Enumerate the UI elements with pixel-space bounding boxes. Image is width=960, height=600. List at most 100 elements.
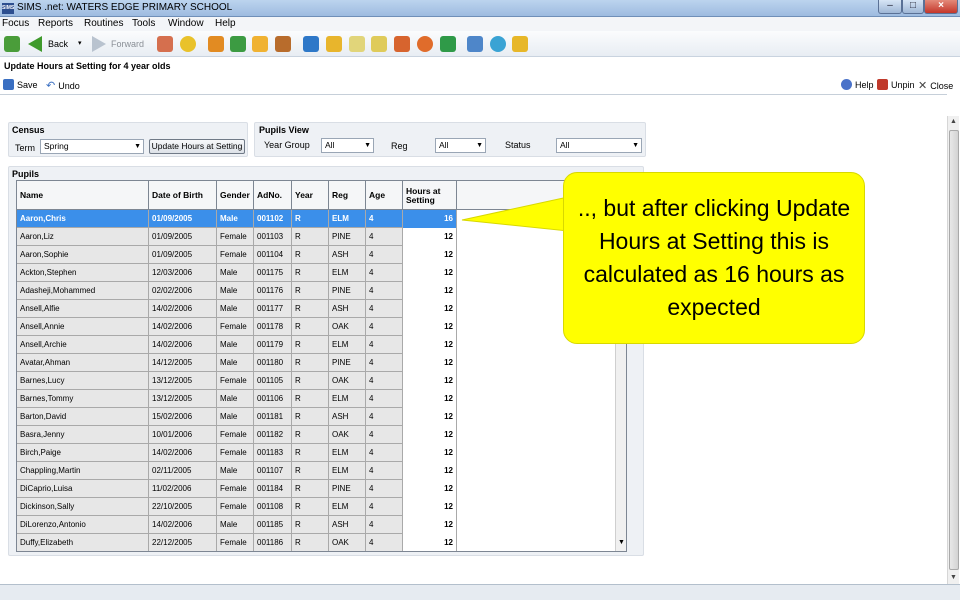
status-select[interactable]: All ▼ (556, 138, 642, 153)
close-button[interactable]: ✕ Close (918, 79, 953, 92)
pupils-icon[interactable] (157, 36, 173, 52)
col-dob[interactable]: Date of Birth (149, 181, 217, 210)
cell-hours[interactable]: 12 (403, 408, 457, 426)
col-year[interactable]: Year (292, 181, 329, 210)
cell-hours[interactable]: 12 (403, 246, 457, 264)
scroll-down-icon[interactable]: ▼ (950, 574, 957, 581)
book-icon[interactable] (208, 36, 224, 52)
table-row[interactable]: Birch,Paige 14/02/2006 Female 001183 R ELM 4 12 (17, 444, 457, 462)
menu-tools[interactable]: Tools (132, 18, 155, 29)
unpin-button[interactable]: Unpin (877, 79, 915, 90)
cell-hours[interactable]: 12 (403, 354, 457, 372)
cell-age: 4 (366, 246, 403, 264)
scrollbar-thumb[interactable] (949, 130, 959, 570)
table-row[interactable]: Avatar,Ahman 14/12/2005 Male 001180 R PINE 4 12 (17, 354, 457, 372)
bulb-icon[interactable] (180, 36, 196, 52)
cell-hours[interactable]: 12 (403, 390, 457, 408)
col-reg[interactable]: Reg (329, 181, 366, 210)
cell-hours[interactable]: 12 (403, 372, 457, 390)
table-row[interactable]: Aaron,Chris 01/09/2005 Male 001102 R ELM 4 16 (17, 210, 457, 228)
page-scrollbar[interactable]: ▲ ▼ (947, 116, 959, 584)
cell-hours[interactable]: 16 (403, 210, 457, 228)
cell-year: R (292, 408, 329, 426)
maximize-button[interactable]: □ (902, 0, 924, 14)
cell-hours[interactable]: 12 (403, 516, 457, 534)
refresh-icon[interactable] (440, 36, 456, 52)
cell-hours[interactable]: 12 (403, 300, 457, 318)
globe-icon[interactable] (490, 36, 506, 52)
table-row[interactable]: Aaron,Sophie 01/09/2005 Female 001104 R ASH 4 1… (17, 246, 457, 264)
person-icon[interactable] (275, 36, 291, 52)
col-hours[interactable]: Hours at Setting (403, 181, 457, 210)
cell-hours[interactable]: 12 (403, 228, 457, 246)
table-row[interactable]: Ansell,Annie 14/02/2006 Female 001178 R OAK 4 1… (17, 318, 457, 336)
cell-year: R (292, 498, 329, 516)
cell-hours[interactable]: 12 (403, 462, 457, 480)
document-icon[interactable] (349, 36, 365, 52)
cell-gender: Male (217, 408, 254, 426)
year-group-select[interactable]: All ▼ (321, 138, 374, 153)
table-row[interactable]: Duffy,Elizabeth 22/12/2005 Female 001186 R OA… (17, 534, 457, 551)
table-row[interactable]: Dickinson,Sally 22/10/2005 Female 001108 R EL… (17, 498, 457, 516)
menu-focus[interactable]: Focus (2, 18, 29, 29)
flag-icon[interactable] (230, 36, 246, 52)
menu-reports[interactable]: Reports (38, 18, 73, 29)
undo-button[interactable]: ↶ Undo (46, 79, 80, 92)
table-row[interactable]: DiCaprio,Luisa 11/02/2006 Female 001184 R PIN… (17, 480, 457, 498)
close-window-button[interactable]: × (924, 0, 958, 14)
table-row[interactable]: DiLorenzo,Antonio 14/02/2006 Male 001185 R AS… (17, 516, 457, 534)
cell-gender: Female (217, 372, 254, 390)
cell-hours[interactable]: 12 (403, 264, 457, 282)
folder-icon[interactable] (326, 36, 342, 52)
table-row[interactable]: Barnes,Lucy 13/12/2005 Female 001105 R OAK 4 12 (17, 372, 457, 390)
menu-help[interactable]: Help (215, 18, 236, 29)
cell-hours[interactable]: 12 (403, 426, 457, 444)
home-icon[interactable] (4, 36, 20, 52)
scroll-down-icon[interactable]: ▼ (618, 539, 625, 546)
back-arrow-icon[interactable] (28, 36, 42, 52)
menu-window[interactable]: Window (168, 18, 204, 29)
scroll-up-icon[interactable]: ▲ (950, 118, 957, 125)
back-button[interactable]: Back (48, 39, 68, 49)
col-name[interactable]: Name (17, 181, 149, 210)
cell-adno: 001105 (254, 372, 292, 390)
table-row[interactable]: Aaron,Liz 01/09/2005 Female 001103 R PINE 4 12 (17, 228, 457, 246)
col-age[interactable]: Age (366, 181, 403, 210)
reg-select[interactable]: All ▼ (435, 138, 486, 153)
cell-hours[interactable]: 12 (403, 534, 457, 551)
cell-reg: OAK (329, 372, 366, 390)
dropdown-icon[interactable]: ▾ (78, 39, 82, 47)
cell-hours[interactable]: 12 (403, 498, 457, 516)
table-row[interactable]: Chappling,Martin 02/11/2005 Male 001107 R ELM… (17, 462, 457, 480)
table-row[interactable]: Ackton,Stephen 12/03/2006 Male 001175 R ELM 4 1… (17, 264, 457, 282)
save-button[interactable]: Save (3, 79, 38, 90)
cell-hours[interactable]: 12 (403, 444, 457, 462)
table-row[interactable]: Barton,David 15/02/2006 Male 001181 R ASH 4 12 (17, 408, 457, 426)
people-icon[interactable] (394, 36, 410, 52)
chart-icon[interactable] (303, 36, 319, 52)
help-button[interactable]: Help (841, 79, 874, 90)
table-row[interactable]: Barnes,Tommy 13/12/2005 Male 001106 R ELM 4 12 (17, 390, 457, 408)
table-row[interactable]: Ansell,Archie 14/02/2006 Male 001179 R ELM 4 12 (17, 336, 457, 354)
menu-routines[interactable]: Routines (84, 18, 123, 29)
cell-year: R (292, 210, 329, 228)
term-select[interactable]: Spring ▼ (40, 139, 144, 154)
col-adno[interactable]: AdNo. (254, 181, 292, 210)
table-row[interactable]: Ansell,Alfie 14/02/2006 Male 001177 R ASH 4 12 (17, 300, 457, 318)
update-hours-button[interactable]: Update Hours at Setting (149, 139, 245, 154)
export-icon[interactable] (512, 36, 528, 52)
table-row[interactable]: Adasheji,Mohammed 02/02/2006 Male 001176 R PI… (17, 282, 457, 300)
cell-year: R (292, 516, 329, 534)
report-icon[interactable] (467, 36, 483, 52)
clock-icon[interactable] (417, 36, 433, 52)
cell-hours[interactable]: 12 (403, 480, 457, 498)
cell-dob: 02/02/2006 (149, 282, 217, 300)
table-row[interactable]: Basra,Jenny 10/01/2006 Female 001182 R OAK 4 12 (17, 426, 457, 444)
edit-icon[interactable] (371, 36, 387, 52)
cell-hours[interactable]: 12 (403, 318, 457, 336)
cell-hours[interactable]: 12 (403, 336, 457, 354)
cell-hours[interactable]: 12 (403, 282, 457, 300)
card-icon[interactable] (252, 36, 268, 52)
col-gender[interactable]: Gender (217, 181, 254, 210)
minimize-button[interactable]: – (878, 0, 902, 14)
